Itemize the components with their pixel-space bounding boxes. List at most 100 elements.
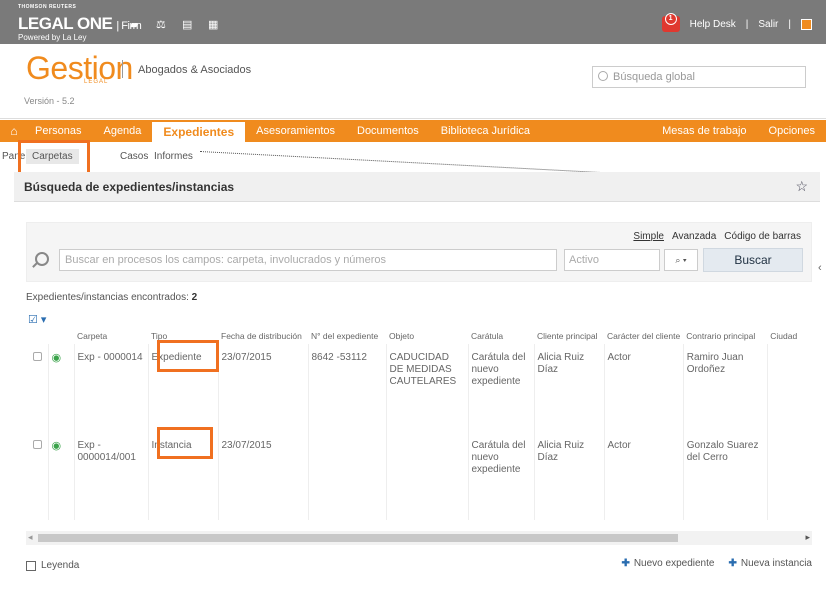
- column-contrario[interactable]: Contrario principal: [683, 328, 767, 344]
- legend-icon: [26, 560, 36, 571]
- subnav-casos[interactable]: Casos: [120, 151, 148, 162]
- nav-asesoramientos[interactable]: Asesoramientos: [245, 120, 346, 142]
- mode-codigo-barras[interactable]: Código de barras: [724, 231, 801, 242]
- home-icon[interactable]: ⌂: [4, 124, 24, 138]
- footer-actions: ✚ Nuevo expediente ✚ Nueva instancia: [621, 558, 812, 569]
- select-all-icon[interactable]: ☑ ▾: [28, 313, 46, 326]
- global-search-input[interactable]: Búsqueda global: [592, 66, 806, 88]
- chevron-down-icon: ▾: [682, 255, 687, 265]
- row-view-cell: ◉: [47, 344, 74, 432]
- column-numero[interactable]: N° del expediente: [308, 328, 386, 344]
- mode-simple[interactable]: Simple: [633, 231, 664, 242]
- nav-mesas[interactable]: Mesas de trabajo: [651, 120, 757, 142]
- search-box: Simple Avanzada Código de barras Buscar …: [26, 222, 812, 282]
- cell-cliente: Alicia Ruiz Díaz: [533, 432, 604, 520]
- nav-agenda[interactable]: Agenda: [92, 120, 152, 142]
- new-expediente-label: Nuevo expediente: [633, 558, 715, 569]
- new-expediente-button[interactable]: ✚ Nuevo expediente: [621, 558, 714, 569]
- eye-icon[interactable]: ◉: [52, 440, 62, 452]
- mode-avanzada[interactable]: Avanzada: [672, 231, 716, 242]
- cell-caratula: Carátula del nuevo expediente: [467, 344, 534, 432]
- firm-name: Abogados & Asociados: [138, 64, 252, 76]
- column-caratula[interactable]: Carátula: [468, 328, 534, 344]
- cell-fecha: 23/07/2015: [217, 432, 308, 520]
- cell-contrario: Ramiro Juan Ordoñez: [682, 344, 768, 432]
- search-button[interactable]: Buscar: [703, 248, 803, 272]
- nav-expedientes[interactable]: Expedientes: [152, 122, 246, 142]
- powered-by: Powered by La Ley: [18, 33, 87, 42]
- document-icon[interactable]: ▤: [182, 20, 194, 31]
- brand-logo[interactable]: LEGAL ONE | Firm: [18, 14, 142, 34]
- panel-title: Búsqueda de expedientes/instancias: [24, 180, 235, 194]
- cell-carpeta[interactable]: Exp - 0000014: [73, 344, 148, 432]
- column-cliente[interactable]: Cliente principal: [534, 328, 604, 344]
- row-checkbox[interactable]: [33, 440, 42, 449]
- new-instancia-button[interactable]: ✚ Nueva instancia: [728, 558, 812, 569]
- notification-icon[interactable]: 1: [661, 13, 680, 32]
- table-row[interactable]: ◉ Exp - 0000014 Expediente 23/07/2015 86…: [26, 344, 808, 432]
- nav-right: Mesas de trabajo Opciones: [651, 120, 826, 142]
- column-fecha[interactable]: Fecha de distribución: [218, 328, 308, 344]
- scroll-right-icon[interactable]: ▸: [805, 532, 810, 543]
- top-toolbar: ▰ ⚖ ▤ ▦: [130, 20, 220, 31]
- subnav-informes[interactable]: Informes: [154, 151, 193, 162]
- calculator-icon[interactable]: ▦: [208, 20, 220, 31]
- cell-caratula: Carátula del nuevo expediente: [467, 432, 534, 520]
- plus-icon: ✚: [621, 558, 630, 569]
- star-icon[interactable]: ☆: [795, 178, 808, 195]
- nav-documentos[interactable]: Documentos: [346, 120, 430, 142]
- help-desk-link[interactable]: Help Desk: [690, 19, 736, 30]
- app-header: Gestion LEGAL Abogados & Asociados Versi…: [0, 44, 826, 119]
- company-label: THOMSON REUTERS: [18, 4, 77, 10]
- exit-icon[interactable]: [801, 18, 812, 30]
- search-small-icon: ⌕: [675, 255, 681, 265]
- separator: |: [745, 18, 749, 30]
- nav-biblioteca[interactable]: Biblioteca Jurídica: [430, 120, 541, 142]
- table-header-row: Carpeta Tipo Fecha de distribución N° de…: [26, 328, 807, 344]
- state-filter-input[interactable]: Activo: [564, 249, 660, 271]
- cell-fecha: 23/07/2015: [217, 344, 308, 432]
- product-sub: LEGAL: [84, 79, 109, 85]
- legend-link[interactable]: Leyenda: [26, 560, 79, 571]
- cell-caracter: Actor: [603, 344, 684, 432]
- main-nav: ⌂ Personas Agenda Expedientes Asesoramie…: [0, 120, 826, 142]
- scroll-left-icon[interactable]: ◂: [28, 532, 33, 543]
- global-search-placeholder: Búsqueda global: [613, 71, 695, 83]
- scroll-thumb[interactable]: [38, 534, 678, 542]
- column-carpeta[interactable]: Carpeta: [74, 328, 148, 344]
- books-icon[interactable]: ▰: [130, 20, 142, 31]
- column-caracter[interactable]: Carácter del cliente: [604, 328, 683, 344]
- legend-label: Leyenda: [41, 560, 80, 571]
- search-icon: [35, 252, 49, 266]
- row-checkbox-cell: [26, 432, 48, 520]
- cell-caracter: Actor: [603, 432, 684, 520]
- separator: |: [788, 18, 791, 30]
- cell-objeto: [385, 432, 468, 520]
- eye-icon[interactable]: ◉: [52, 352, 62, 364]
- row-checkbox[interactable]: [33, 352, 42, 361]
- cell-carpeta[interactable]: Exp - 0000014/001: [73, 432, 148, 520]
- results-label: Expedientes/instancias encontrados:: [26, 292, 189, 303]
- version-label: Versión - 5.2: [24, 96, 75, 106]
- top-bar: THOMSON REUTERS LEGAL ONE | Firm Powered …: [0, 0, 826, 44]
- highlight-expediente: [157, 340, 219, 372]
- scales-icon[interactable]: ⚖: [156, 20, 168, 31]
- cell-numero: [307, 432, 386, 520]
- chevron-left-icon[interactable]: ‹: [818, 262, 826, 278]
- nav-opciones[interactable]: Opciones: [758, 120, 826, 142]
- nav-personas[interactable]: Personas: [24, 120, 92, 142]
- results-count: Expedientes/instancias encontrados: 2: [26, 292, 197, 303]
- search-icon: [598, 71, 608, 81]
- horizontal-scrollbar[interactable]: ◂ ▸: [26, 531, 812, 545]
- state-filter-dropdown[interactable]: ⌕ ▾: [664, 249, 698, 271]
- brand-name: LEGAL ONE: [18, 14, 113, 33]
- column-view: [48, 328, 74, 344]
- column-objeto[interactable]: Objeto: [386, 328, 468, 344]
- logout-link[interactable]: Salir: [758, 19, 778, 30]
- header-divider: [122, 60, 123, 78]
- cell-ciudad: [766, 432, 808, 520]
- column-ciudad[interactable]: Ciudad: [767, 328, 807, 344]
- search-input[interactable]: Buscar en procesos los campos: carpeta, …: [59, 249, 557, 271]
- table-row[interactable]: ◉ Exp - 0000014/001 Instancia 23/07/2015…: [26, 432, 808, 520]
- highlight-instancia: [157, 427, 213, 459]
